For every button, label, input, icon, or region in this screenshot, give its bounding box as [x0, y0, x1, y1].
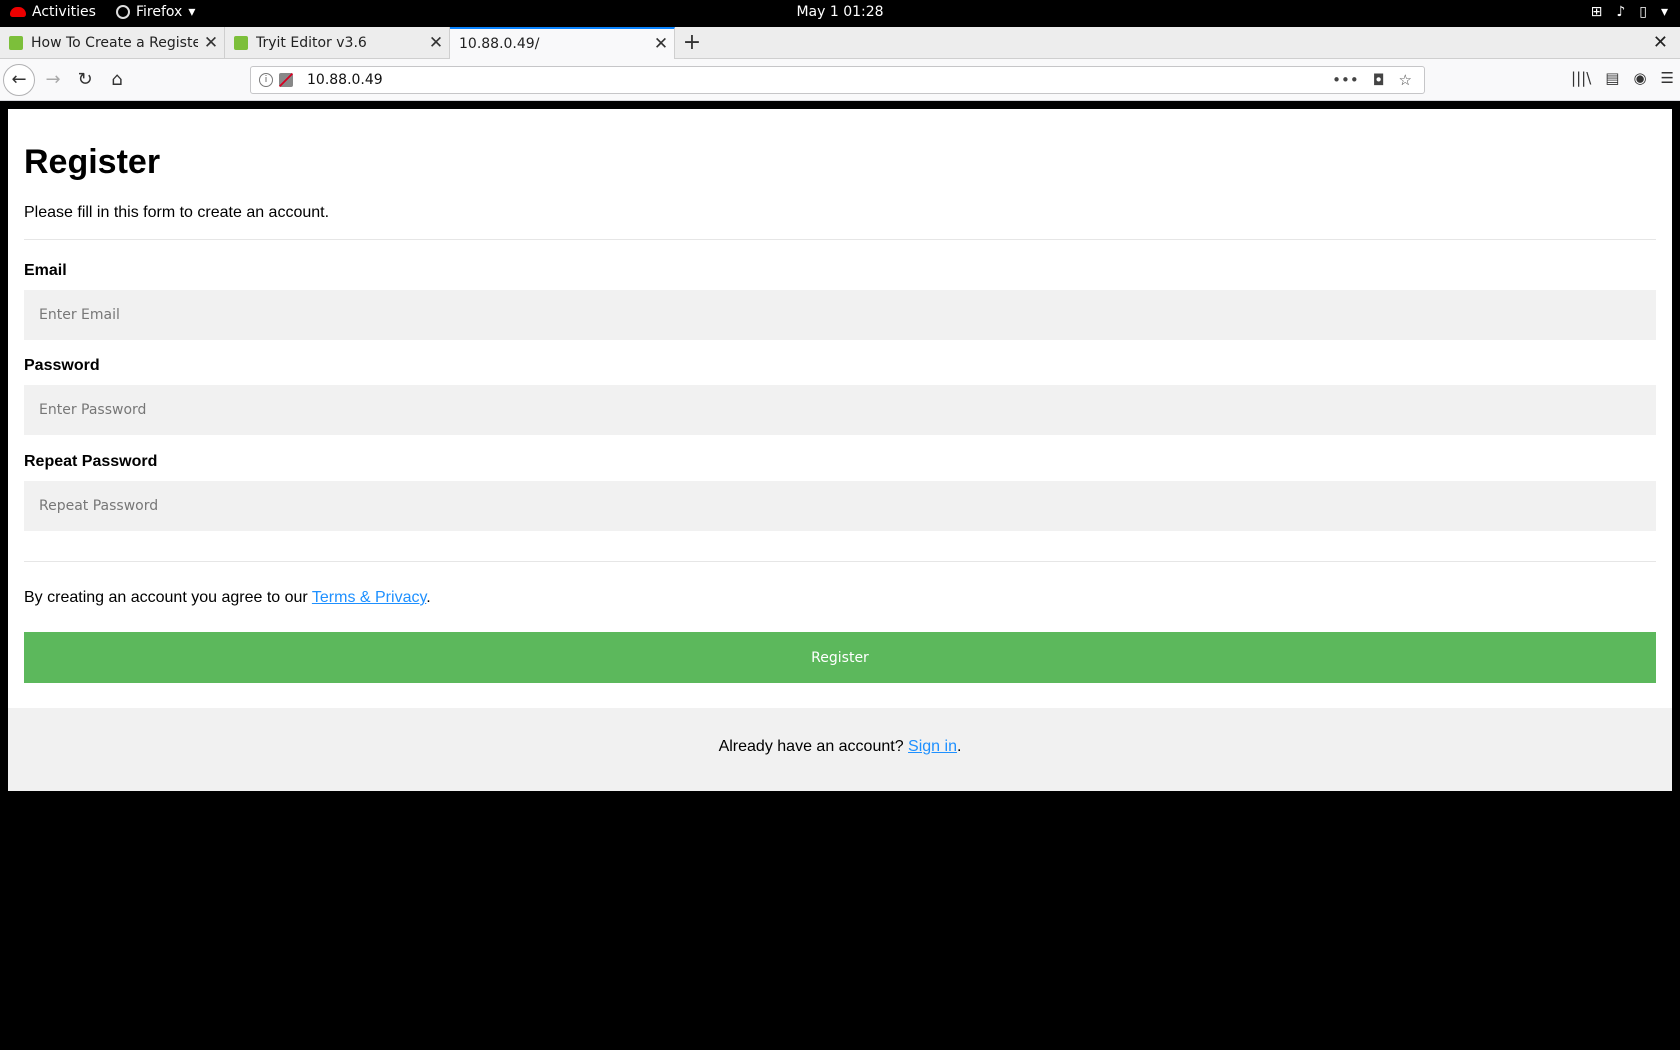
forward-button[interactable]: →	[37, 64, 69, 96]
bookmark-star-icon[interactable]: ☆	[1399, 71, 1412, 89]
w3-favicon-icon	[9, 36, 23, 50]
page-viewport: Register Please fill in this form to cre…	[8, 109, 1672, 791]
tab-how-to-create-register[interactable]: How To Create a Register ✕	[0, 27, 225, 59]
url-text[interactable]: 10.88.0.49	[307, 72, 1332, 88]
tab-active-page[interactable]: 10.88.0.49/ ✕	[450, 27, 675, 59]
password-label: Password	[24, 357, 100, 374]
tab-strip: How To Create a Register ✕ Tryit Editor …	[0, 27, 1680, 59]
w3-favicon-icon	[234, 36, 248, 50]
menu-arrow-icon: ▾	[1660, 4, 1668, 20]
sidebar-icon[interactable]: ▤	[1605, 69, 1619, 87]
new-tab-button[interactable]: +	[680, 27, 704, 59]
signin-prefix: Already have an account?	[718, 738, 909, 755]
pocket-icon[interactable]: ◘	[1373, 71, 1385, 89]
signin-text: Already have an account? Sign in.	[8, 738, 1672, 756]
volume-icon: ♪	[1616, 4, 1626, 20]
account-icon[interactable]: ◉	[1633, 69, 1646, 87]
hamburger-menu-icon[interactable]: ☰	[1661, 69, 1674, 87]
navigation-toolbar: ← → ↻ ⌂ i 10.88.0.49 ••• ◘ ☆ |||\ ▤ ◉ ☰	[0, 59, 1680, 101]
terms-privacy-link[interactable]: Terms & Privacy	[312, 589, 426, 606]
window-close-button[interactable]: ✕	[1653, 27, 1668, 59]
terms-prefix: By creating an account you agree to our	[24, 589, 312, 606]
more-actions-icon[interactable]: •••	[1332, 71, 1359, 89]
sign-in-link[interactable]: Sign in	[908, 738, 957, 755]
clock[interactable]: May 1 01:28	[0, 4, 1680, 20]
password-field[interactable]	[24, 385, 1656, 435]
back-button[interactable]: ←	[3, 64, 35, 96]
register-button[interactable]: Register	[24, 632, 1656, 683]
home-button[interactable]: ⌂	[101, 64, 133, 96]
close-icon[interactable]: ✕	[198, 33, 224, 53]
network-icon: ⊞	[1590, 4, 1603, 20]
tab-title: Tryit Editor v3.6	[256, 35, 367, 51]
signin-suffix: .	[956, 738, 962, 755]
library-icon[interactable]: |||\	[1571, 69, 1591, 87]
tab-tryit-editor[interactable]: Tryit Editor v3.6 ✕	[225, 27, 450, 59]
system-top-bar: Activities Firefox ▾ May 1 01:28 ⊞ ♪ ▯ ▾	[0, 0, 1680, 27]
tab-title: How To Create a Register	[31, 35, 198, 51]
insecure-connection-icon[interactable]	[279, 73, 293, 87]
close-icon[interactable]: ✕	[648, 34, 674, 54]
signin-container: Already have an account? Sign in.	[8, 708, 1672, 791]
page-lead-text: Please fill in this form to create an ac…	[24, 204, 330, 221]
battery-icon: ▯	[1639, 4, 1647, 20]
repeat-password-field[interactable]	[24, 481, 1656, 531]
url-bar[interactable]: i 10.88.0.49 ••• ◘ ☆	[250, 66, 1425, 94]
system-tray[interactable]: ⊞ ♪ ▯ ▾	[1591, 4, 1668, 20]
tab-title: 10.88.0.49/	[459, 36, 540, 52]
page-title: Register	[24, 143, 161, 181]
terms-suffix: .	[426, 589, 431, 606]
email-label: Email	[24, 262, 67, 279]
close-icon[interactable]: ✕	[423, 33, 449, 53]
repeat-password-label: Repeat Password	[24, 453, 158, 470]
email-field[interactable]	[24, 290, 1656, 340]
info-icon[interactable]: i	[259, 73, 273, 87]
terms-text: By creating an account you agree to our …	[24, 589, 431, 607]
divider	[24, 561, 1656, 562]
divider	[24, 239, 1656, 240]
reload-button[interactable]: ↻	[69, 64, 101, 96]
